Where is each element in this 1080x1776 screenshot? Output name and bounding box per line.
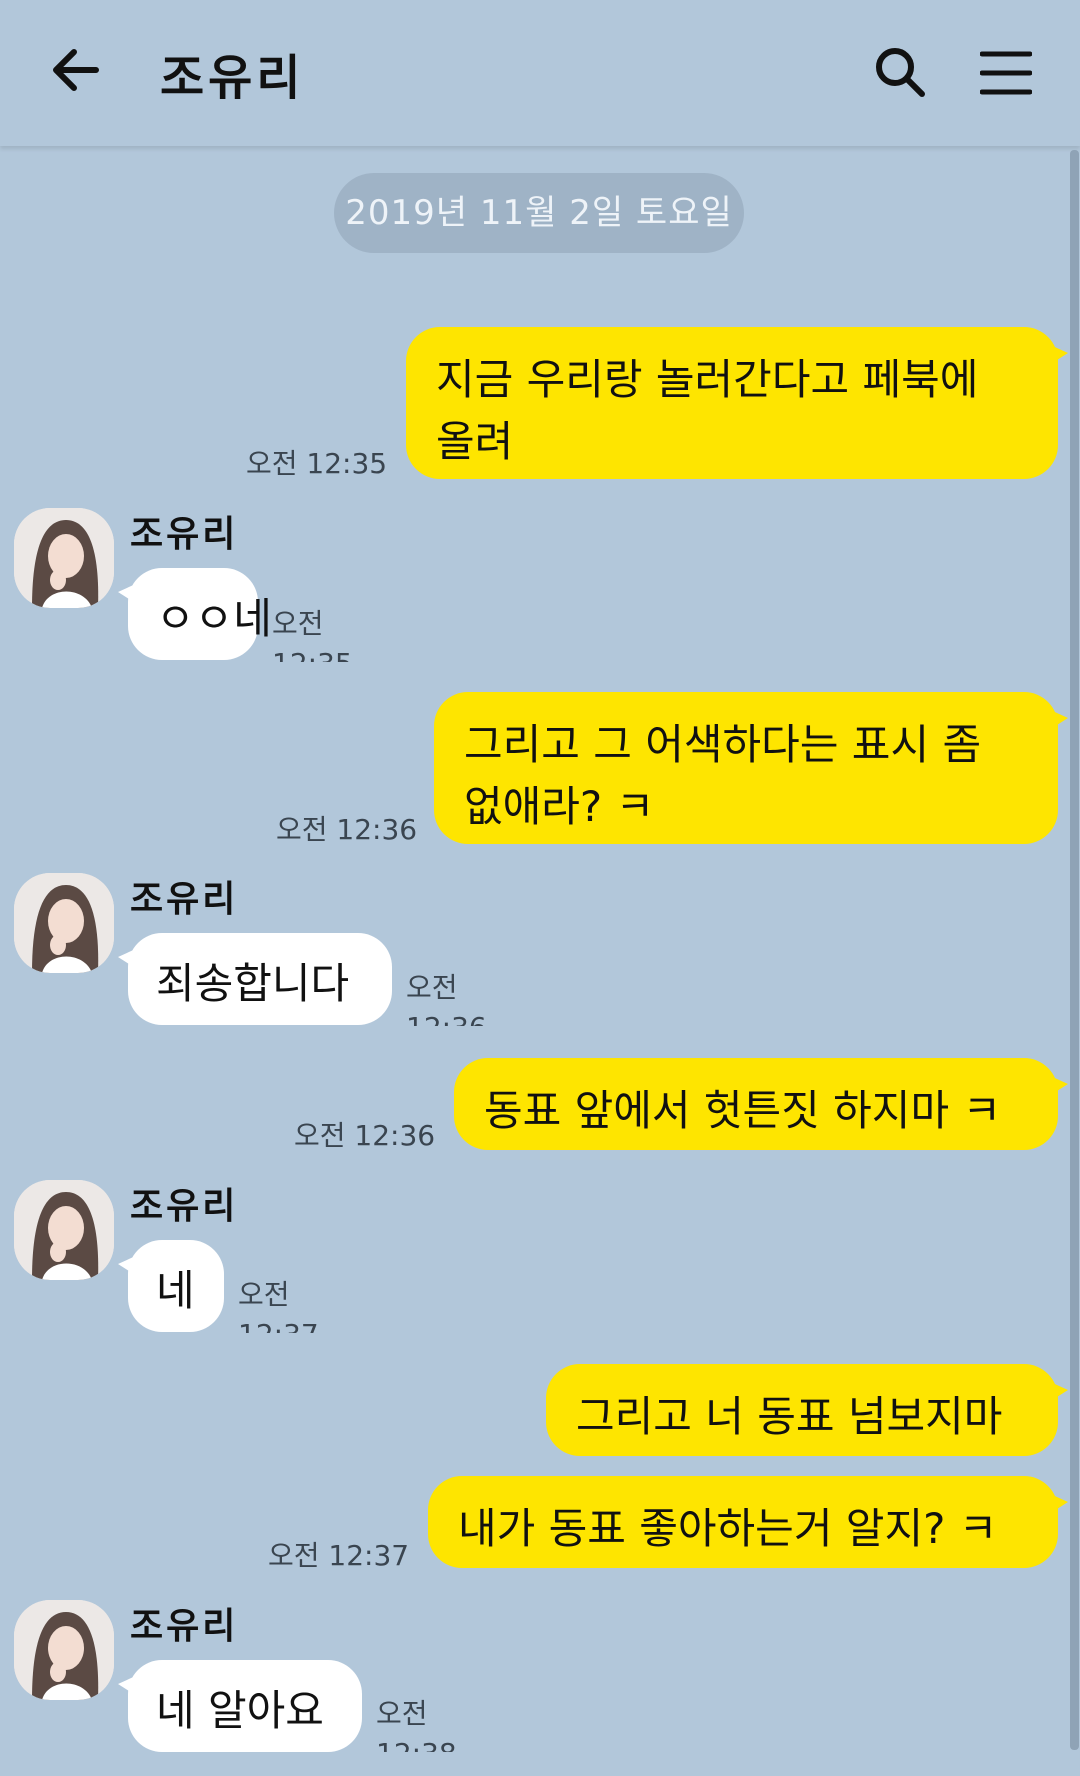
sender-name: 조유리	[130, 514, 239, 555]
message-time: 오전 12:37	[238, 1278, 319, 1333]
menu-button[interactable]	[979, 50, 1033, 96]
search-button[interactable]	[872, 44, 928, 100]
incoming-message[interactable]: 네 알아요	[118, 1660, 362, 1752]
avatar-photo-icon	[14, 508, 114, 608]
message-time: 오전 12:35	[272, 607, 353, 662]
back-button[interactable]	[46, 40, 106, 100]
date-divider: 2019년 11월 2일 토요일	[334, 173, 744, 253]
sender-name: 조유리	[130, 879, 239, 920]
outgoing-message[interactable]: 동표 앞에서 헛튼짓 하지마 ㅋ	[454, 1058, 1068, 1150]
message-time: 오전 12:38	[376, 1697, 457, 1752]
outgoing-message[interactable]: 그리고 그 어색하다는 표시 좀 없애라? ㅋ	[434, 692, 1068, 844]
sender-name: 조유리	[130, 1606, 239, 1647]
chat-title: 조유리	[160, 50, 305, 106]
outgoing-message[interactable]: 그리고 너 동표 넘보지마	[546, 1364, 1068, 1456]
avatar[interactable]	[14, 1180, 114, 1280]
message-time: 오전 12:36	[294, 1119, 436, 1152]
outgoing-message[interactable]: 지금 우리랑 놀러간다고 페북에 올려	[406, 327, 1068, 479]
incoming-message[interactable]: ㅇㅇ네	[118, 568, 272, 660]
incoming-message[interactable]: 죄송합니다	[118, 933, 392, 1025]
avatar-photo-icon	[14, 1180, 114, 1280]
message-time: 오전 12:37	[268, 1539, 410, 1572]
scrollbar[interactable]	[1070, 150, 1079, 1750]
search-icon	[876, 48, 925, 97]
avatar[interactable]	[14, 1600, 114, 1700]
incoming-message[interactable]: 네	[118, 1240, 224, 1332]
back-arrow-icon	[53, 49, 99, 91]
menu-icon	[979, 51, 1033, 95]
outgoing-message[interactable]: 내가 동표 좋아하는거 알지? ㅋ	[428, 1476, 1068, 1568]
avatar-photo-icon	[14, 1600, 114, 1700]
avatar-photo-icon	[14, 873, 114, 973]
message-time: 오전 12:35	[246, 447, 388, 480]
message-time: 오전 12:36	[276, 813, 418, 846]
message-time: 오전 12:36	[406, 971, 487, 1026]
sender-name: 조유리	[130, 1186, 239, 1227]
avatar[interactable]	[14, 508, 114, 608]
avatar[interactable]	[14, 873, 114, 973]
chat-header: 조유리	[0, 0, 1080, 146]
